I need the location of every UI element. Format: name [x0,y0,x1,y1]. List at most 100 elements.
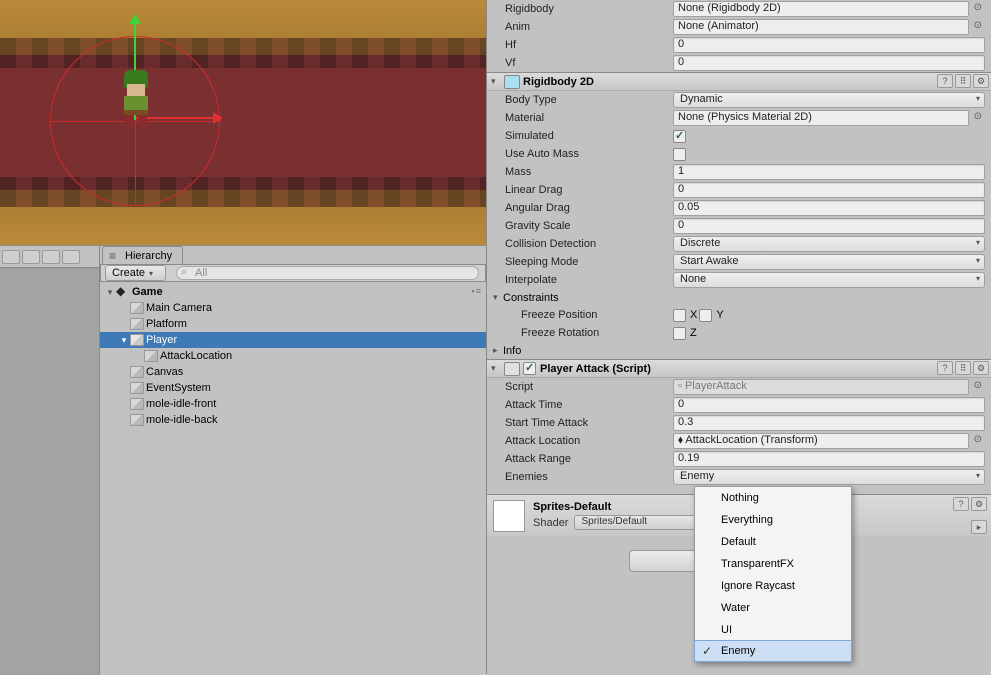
foldout-icon[interactable]: ▾ [104,287,116,298]
foldout-icon[interactable]: ▾ [491,76,501,87]
label: Use Auto Mass [505,148,673,160]
label: Start Time Attack [505,417,673,429]
script-icon [504,362,520,376]
rigidbody-2d-component: ▾ Rigidbody 2D ?⠿⚙ Body TypeDynamic Mate… [487,72,991,359]
freeze-y-checkbox[interactable] [699,309,712,322]
preset-icon[interactable]: ⠿ [955,74,971,88]
help-icon[interactable]: ? [953,497,969,511]
hierarchy-item-platform[interactable]: Platform [100,316,486,332]
player-sprite[interactable] [116,70,156,130]
scene-icon [116,286,130,298]
layer-option-ui[interactable]: UI [695,619,851,641]
gameobject-icon [130,318,144,330]
freeze-x-checkbox[interactable] [673,309,686,322]
mass-input[interactable]: 1 [673,164,985,180]
enable-checkbox[interactable] [523,362,536,375]
collision-dropdown[interactable]: Discrete [673,236,985,252]
collapse-icon[interactable]: ▸ [971,520,987,534]
layer-option-ignore-raycast[interactable]: Ignore Raycast [695,575,851,597]
gameobject-icon [130,366,144,378]
gameobject-icon [130,334,144,346]
settings-icon[interactable]: ⚙ [973,361,989,375]
material-swatch [493,500,525,532]
layer-option-everything[interactable]: Everything [695,509,851,531]
component-title: Player Attack (Script) [540,363,651,375]
side-panel [0,246,100,675]
label: Rigidbody [505,3,673,15]
label: Freeze Position [521,309,673,321]
hierarchy-item-event-system[interactable]: EventSystem [100,380,486,396]
label: Mass [505,166,673,178]
body-type-dropdown[interactable]: Dynamic [673,92,985,108]
preset-icon[interactable]: ⠿ [955,361,971,375]
scene-options-icon[interactable]: ▪≡ [472,286,482,296]
tool-icon[interactable] [22,250,40,264]
gameobject-icon [130,398,144,410]
enemies-dropdown[interactable]: Enemy [673,469,985,485]
label: Angular Drag [505,202,673,214]
hierarchy-item-canvas[interactable]: Canvas [100,364,486,380]
vf-input[interactable]: 0 [673,55,985,71]
label: Body Type [505,94,673,106]
anim-field[interactable]: None (Animator) [673,19,969,35]
scene-root[interactable]: ▾ Game ▪≡ [100,284,486,300]
settings-icon[interactable]: ⚙ [973,74,989,88]
foldout-icon[interactable]: ▸ [493,345,503,356]
label: Material [505,112,673,124]
auto-mass-checkbox[interactable] [673,148,686,161]
script-field[interactable]: ▫ PlayerAttack [673,379,969,395]
gravity-input[interactable]: 0 [673,218,985,234]
tool-icon[interactable] [2,250,20,264]
label: Hf [505,39,673,51]
foldout-icon[interactable]: ▾ [491,363,501,374]
label: Anim [505,21,673,33]
checkmark-icon: ✓ [702,644,712,658]
attack-location-field[interactable]: ⬧ AttackLocation (Transform) [673,433,969,449]
help-icon[interactable]: ? [937,74,953,88]
help-icon[interactable]: ? [937,361,953,375]
attack-time-input[interactable]: 0 [673,397,985,413]
layer-option-default[interactable]: Default [695,531,851,553]
hierarchy-tab[interactable]: Hierarchy [102,246,183,264]
hierarchy-item-main-camera[interactable]: Main Camera [100,300,486,316]
interpolate-dropdown[interactable]: None [673,272,985,288]
hierarchy-item-player[interactable]: ▾Player [100,332,486,348]
simulated-checkbox[interactable] [673,130,686,143]
label: Script [505,381,673,393]
hierarchy-item-attack-location[interactable]: AttackLocation [100,348,486,364]
label: Simulated [505,130,673,142]
material-field[interactable]: None (Physics Material 2D) [673,110,969,126]
start-time-input[interactable]: 0.3 [673,415,985,431]
gameobject-icon [130,302,144,314]
layer-option-transparentfx[interactable]: TransparentFX [695,553,851,575]
hierarchy-search[interactable]: All [176,266,479,280]
settings-icon[interactable]: ⚙ [971,497,987,511]
label: Info [503,345,521,357]
sleeping-dropdown[interactable]: Start Awake [673,254,985,270]
layer-option-enemy[interactable]: ✓Enemy [694,640,852,662]
scene-view[interactable] [0,0,486,245]
tool-icon[interactable] [62,250,80,264]
hierarchy-item-mole-back[interactable]: mole-idle-back [100,412,486,428]
tool-icon[interactable] [42,250,60,264]
label: Freeze Rotation [521,327,673,339]
label: Attack Time [505,399,673,411]
layer-option-nothing[interactable]: Nothing [695,487,851,509]
rigidbody-field[interactable]: None (Rigidbody 2D) [673,1,969,17]
gameobject-icon [144,350,158,362]
hf-input[interactable]: 0 [673,37,985,53]
foldout-icon[interactable]: ▾ [118,335,130,346]
component-title: Rigidbody 2D [523,76,594,88]
label: Enemies [505,471,673,483]
create-button[interactable]: Create [105,265,166,281]
foldout-icon[interactable]: ▾ [493,292,503,303]
attack-range-input[interactable]: 0.19 [673,451,985,467]
gameobject-icon [130,414,144,426]
gameobject-icon [130,382,144,394]
hierarchy-item-mole-front[interactable]: mole-idle-front [100,396,486,412]
layer-option-water[interactable]: Water [695,597,851,619]
angular-drag-input[interactable]: 0.05 [673,200,985,216]
freeze-z-checkbox[interactable] [673,327,686,340]
linear-drag-input[interactable]: 0 [673,182,985,198]
label: Linear Drag [505,184,673,196]
